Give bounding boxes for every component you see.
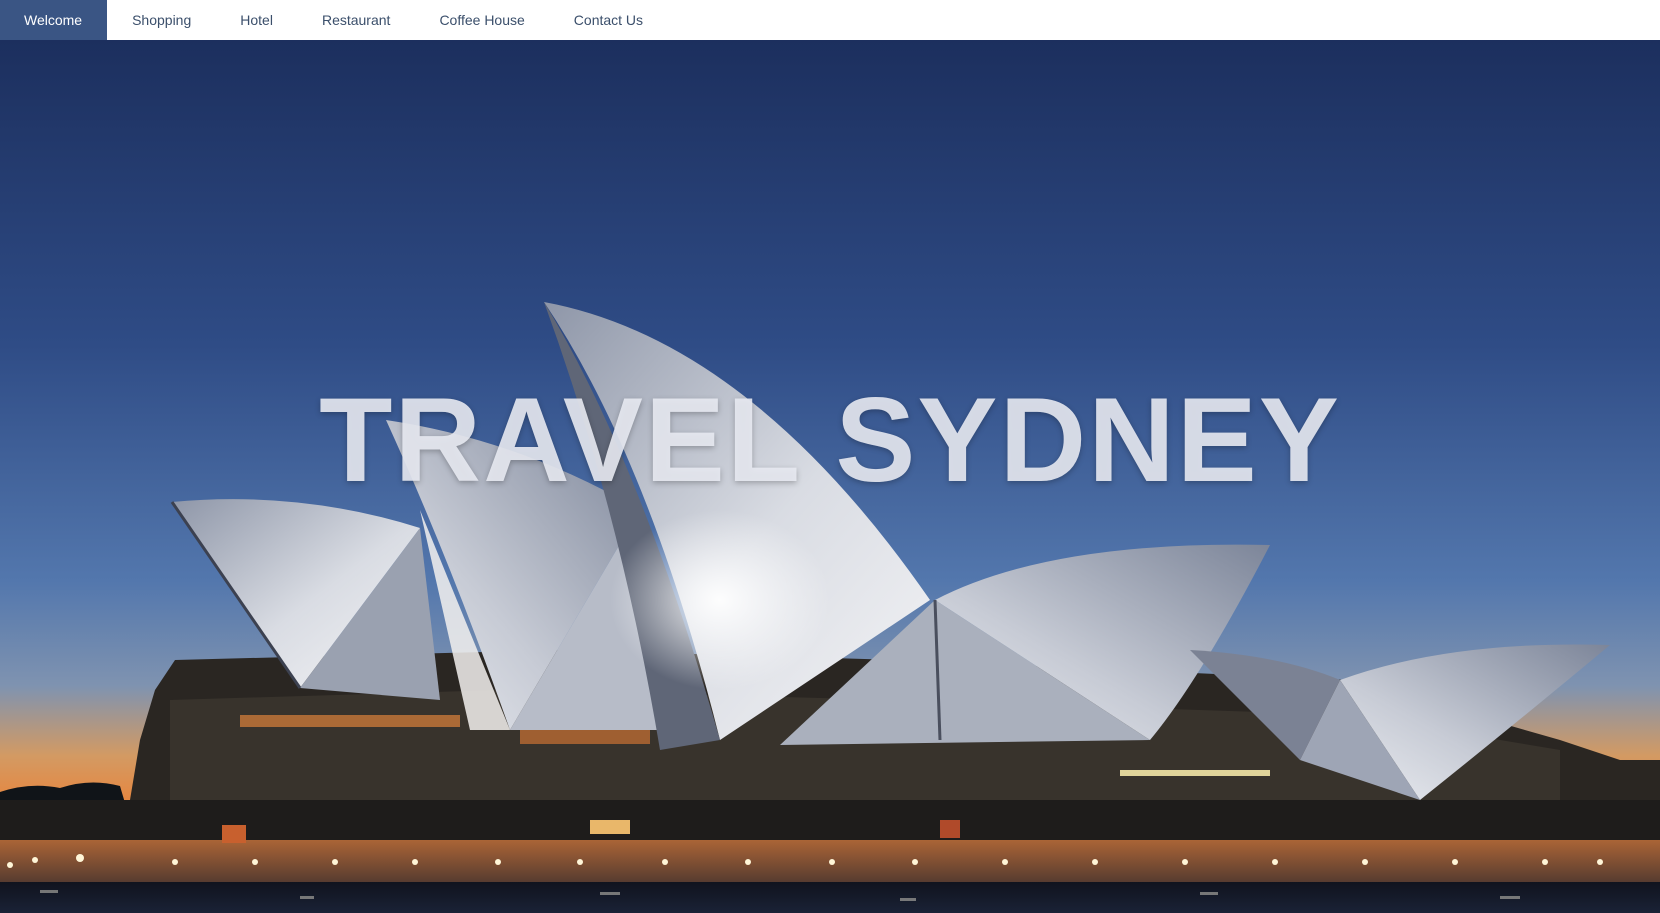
nav-item-shopping[interactable]: Shopping [107, 0, 215, 40]
nav-item-coffee-house[interactable]: Coffee House [414, 0, 548, 40]
nav-item-contact-us[interactable]: Contact Us [549, 0, 667, 40]
hero-banner: TRAVEL SYDNEY [0, 40, 1660, 913]
nav-item-restaurant[interactable]: Restaurant [297, 0, 414, 40]
nav-item-welcome[interactable]: Welcome [0, 0, 108, 40]
nav-item-hotel[interactable]: Hotel [215, 0, 297, 40]
top-nav: Welcome Shopping Hotel Restaurant Coffee… [0, 0, 1660, 40]
hero-title: TRAVEL SYDNEY [319, 373, 1341, 507]
